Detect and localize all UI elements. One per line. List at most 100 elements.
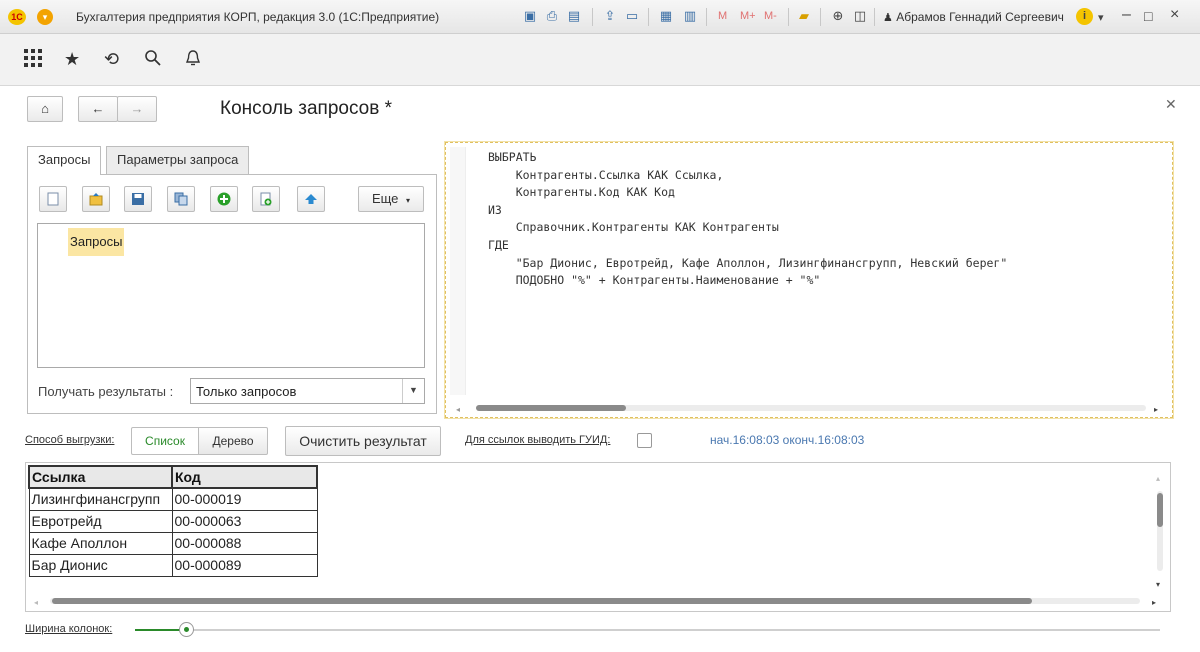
table-row[interactable]: Лизингфинансгрупп 00-000019 [28,487,318,511]
main-menu-button[interactable]: ▾ [37,9,53,25]
code-line[interactable]: ГДЕ [488,237,1007,255]
column-width-label: Ширина колонок: [25,623,113,635]
result-grid[interactable]: Ссылка Код Лизингфинансгрупп 00-000019 Е… [25,462,1171,612]
code-line[interactable]: Контрагенты.Ссылка КАК Ссылка, [488,167,1007,185]
navigation-bar: ★ ⟲ [0,34,1200,86]
zoom-icon[interactable]: ⊕ [830,8,846,24]
code-line[interactable]: Справочник.Контрагенты КАК Контрагенты [488,219,1007,237]
more-button[interactable]: Еще ▾ [358,186,424,212]
folder-icon[interactable]: ▰ [796,8,812,24]
notifications-bell-icon[interactable] [184,49,202,71]
editor-horizontal-scrollbar[interactable]: ◂ ▸ [456,402,1164,414]
scroll-down-arrow: ▾ [1156,580,1160,589]
toolbar-separator [874,8,875,26]
export-mode-list-button[interactable]: Список [131,427,199,455]
add-sheet-icon [260,192,272,206]
link-icon[interactable]: ▭ [624,8,640,24]
search-icon[interactable] [144,49,162,71]
column-width-slider[interactable] [135,622,1160,637]
favorites-star-icon[interactable]: ★ [64,49,80,69]
result-horizontal-scrollbar[interactable]: ◂ ▸ [34,595,1164,607]
scroll-left-arrow: ◂ [34,598,38,607]
copy-query-button[interactable] [167,186,195,212]
calendar-icon[interactable]: ▥ [682,8,698,24]
move-up-button[interactable] [297,186,325,212]
page-title: Консоль запросов * [220,98,393,119]
get-results-select[interactable]: Только запросов ▼ [190,378,425,404]
code-line[interactable]: ПОДОБНО "%" + Контрагенты.Наименование +… [488,272,1007,290]
open-query-button[interactable] [82,186,110,212]
cell-link[interactable]: Лизингфинансгрупп [28,487,173,511]
tab-queries[interactable]: Запросы [27,146,102,175]
print-icon[interactable]: ⎙ [544,8,560,24]
column-header-code[interactable]: Код [171,465,318,489]
calculator-icon[interactable]: ▦ [658,8,674,24]
code-line[interactable]: Контрагенты.Код КАК Код [488,184,1007,202]
history-icon[interactable]: ⟲ [104,49,119,69]
table-row[interactable]: Евротрейд 00-000063 [28,509,318,533]
add-subquery-button[interactable] [252,186,280,212]
code-line[interactable]: ИЗ [488,202,1007,220]
slider-knob[interactable] [179,622,195,637]
open-folder-icon [89,193,103,206]
save-query-button[interactable] [124,186,152,212]
queries-tree[interactable]: Запросы [37,223,425,368]
table-row[interactable]: Бар Дионис 00-000089 [28,553,318,577]
minimize-button[interactable]: – [1122,6,1131,24]
panels-icon[interactable]: ◫ [852,8,868,24]
memory-m-button[interactable]: M [718,10,727,22]
cell-code[interactable]: 00-000019 [171,487,318,511]
apps-grid-icon[interactable] [24,49,42,71]
cell-link[interactable]: Кафе Аполлон [28,531,173,555]
new-query-button[interactable] [39,186,67,212]
cell-code[interactable]: 00-000063 [171,509,318,533]
info-icon[interactable]: i [1076,8,1093,25]
close-form-icon[interactable]: ✕ [1165,96,1177,113]
maximize-button[interactable]: □ [1144,8,1152,24]
home-icon: ⌂ [41,101,49,116]
table-row[interactable]: Кафе Аполлон 00-000088 [28,531,318,555]
upload-icon[interactable]: ⇪ [602,8,618,24]
forward-button[interactable]: → [117,96,157,122]
export-mode-tree-button[interactable]: Дерево [198,427,268,455]
result-table: Ссылка Код Лизингфинансгрупп 00-000019 Е… [28,465,318,577]
home-button[interactable]: ⌂ [27,96,63,122]
memory-minus-button[interactable]: M- [764,10,777,22]
guid-checkbox[interactable] [637,433,652,448]
scroll-left-arrow: ◂ [456,405,460,414]
scroll-right-arrow: ▸ [1154,405,1158,414]
cell-link[interactable]: Бар Дионис [28,553,173,577]
cell-code[interactable]: 00-000089 [171,553,318,577]
toolbar-separator [706,8,707,26]
clear-result-button[interactable]: Очистить результат [285,426,441,456]
chevron-down-icon[interactable]: ▾ [1098,11,1104,24]
copy-icon [174,192,188,206]
tab-query-params[interactable]: Параметры запроса [106,146,250,174]
cell-code[interactable]: 00-000088 [171,531,318,555]
column-header-link[interactable]: Ссылка [28,465,173,489]
result-vscroll-thumb [1157,493,1163,527]
add-query-button[interactable] [210,186,238,212]
query-code[interactable]: ВЫБРАТЬ Контрагенты.Ссылка КАК Ссылка, К… [488,149,1007,290]
execution-time-info: нач.16:08:03 оконч.16:08:03 [710,433,865,447]
code-line[interactable]: "Бар Дионис, Евротрейд, Кафе Аполлон, Ли… [488,255,1008,273]
current-user[interactable]: ♟ Абрамов Геннадий Сергеевич [883,10,1064,24]
preview-icon[interactable]: ▤ [566,8,582,24]
tree-item-queries[interactable]: Запросы [68,228,125,256]
move-up-icon [305,194,317,204]
toolbar-separator [648,8,649,26]
cell-link[interactable]: Евротрейд [28,509,173,533]
chevron-down-icon: ▾ [406,196,411,205]
back-button[interactable]: ← [78,96,118,122]
arrow-left-icon: ← [91,101,105,116]
chevron-down-icon[interactable]: ▼ [402,379,424,403]
editor-gutter [450,147,466,395]
toolbar-separator [820,8,821,26]
save-icon[interactable]: ▣ [522,8,538,24]
save-icon [132,193,144,205]
result-vertical-scrollbar[interactable]: ▴ ▾ [1154,471,1166,591]
code-line[interactable]: ВЫБРАТЬ [488,149,1007,167]
close-window-button[interactable]: × [1170,6,1179,24]
query-text-editor[interactable]: ВЫБРАТЬ Контрагенты.Ссылка КАК Ссылка, К… [444,141,1174,419]
memory-plus-button[interactable]: M+ [740,10,756,22]
